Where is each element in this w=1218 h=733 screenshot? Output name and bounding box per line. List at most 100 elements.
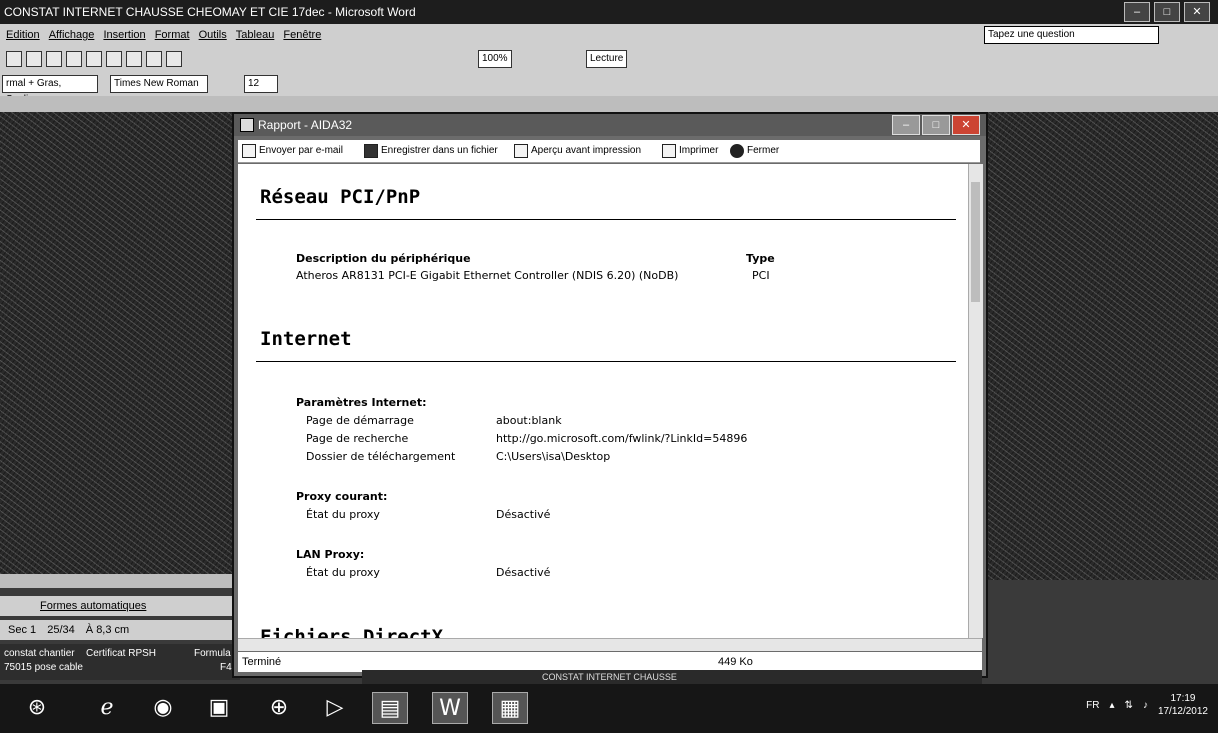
paste-icon[interactable] — [146, 51, 162, 67]
report-title-bar: Rapport - AIDA32 – □ ✕ — [234, 114, 986, 136]
search-page-value: http://go.microsoft.com/fwlink/?LinkId=5… — [496, 432, 748, 445]
print-preview-button[interactable]: Aperçu avant impression — [514, 140, 641, 162]
clock-date: 17/12/2012 — [1157, 706, 1208, 717]
app-icon[interactable]: ⊕ — [262, 692, 296, 722]
word-window-title: CONSTAT INTERNET CHAUSSE CHEOMAY ET CIE … — [4, 5, 416, 19]
undo-icon[interactable] — [166, 51, 182, 67]
print-label: Imprimer — [679, 145, 719, 156]
status-done: Terminé — [242, 656, 282, 668]
printer-icon — [662, 144, 676, 158]
report-toolbar: Envoyer par e-mail Enregistrer dans un f… — [238, 140, 980, 163]
menu-affichage[interactable]: Affichage — [49, 29, 95, 41]
maximize-button[interactable]: □ — [1154, 2, 1180, 22]
file-tab[interactable]: Formula — [194, 648, 231, 659]
open-icon[interactable] — [26, 51, 42, 67]
report-close-button[interactable]: ✕ — [952, 115, 980, 135]
minimize-button[interactable]: – — [1124, 2, 1150, 22]
email-label: Envoyer par e-mail — [259, 145, 343, 156]
divider — [256, 219, 956, 220]
lecture-button[interactable]: Lecture — [586, 50, 628, 68]
menu-format[interactable]: Format — [155, 29, 190, 41]
save-icon[interactable] — [46, 51, 62, 67]
horizontal-scrollbar[interactable] — [238, 638, 982, 651]
section-title-pci: Réseau PCI/PnP — [260, 186, 421, 208]
volume-icon[interactable]: ♪ — [1143, 700, 1148, 711]
document-left-area — [0, 112, 240, 580]
report-maximize-button[interactable]: □ — [922, 115, 950, 135]
close-button[interactable]: ✕ — [1184, 2, 1210, 22]
download-folder-label: Dossier de téléchargement — [306, 450, 456, 463]
status-position: À 8,3 cm — [85, 624, 130, 636]
menu-edition[interactable]: Edition — [6, 29, 40, 41]
word-format-toolbar: rmal + Gras, Soulign Times New Roman 12 — [0, 72, 1218, 105]
aida-taskbar-icon[interactable]: ▦ — [492, 692, 528, 724]
internet-explorer-icon[interactable]: ℯ — [90, 692, 124, 722]
start-button-icon[interactable]: ⊛ — [20, 692, 54, 722]
word-standard-toolbar: 100% Lecture — [0, 46, 1218, 72]
menu-outils[interactable]: Outils — [199, 29, 227, 41]
word-taskbar-icon[interactable]: W — [432, 692, 468, 724]
start-page-value: about:blank — [496, 414, 562, 427]
chevron-up-icon[interactable]: ▴ — [1110, 700, 1115, 711]
report-minimize-button[interactable]: – — [892, 115, 920, 135]
proxy-state-label: État du proxy — [306, 508, 380, 521]
save-file-button[interactable]: Enregistrer dans un fichier — [364, 140, 498, 162]
copy-icon[interactable] — [126, 51, 142, 67]
file-tab[interactable]: constat chantier — [4, 648, 75, 659]
file-tab[interactable]: 75015 pose cable — [4, 662, 83, 673]
menu-fenetre[interactable]: Fenêtre — [283, 29, 321, 41]
email-button[interactable]: Envoyer par e-mail — [242, 140, 343, 162]
close-circle-icon — [730, 144, 744, 158]
file-tab[interactable]: F4 — [220, 662, 232, 673]
menu-insertion[interactable]: Insertion — [103, 29, 145, 41]
lan-proxy-state-label: État du proxy — [306, 566, 380, 579]
print-icon[interactable] — [66, 51, 82, 67]
clock[interactable]: 17:19 17/12/2012 — [1158, 692, 1208, 718]
word-title-bar: CONSTAT INTERNET CHAUSSE CHEOMAY ET CIE … — [0, 0, 1218, 24]
open-files-strip: constat chantier Certificat RPSH Formula… — [0, 644, 240, 680]
taskbar: ⊛ ℯ ◉ ▣ ⊕ ▷ ▤ W ▦ FR ▴ ⇅ ♪ 17:19 17/12/2… — [0, 684, 1218, 733]
close-report-button[interactable]: Fermer — [730, 140, 779, 162]
divider — [256, 361, 956, 362]
proxy-heading: Proxy courant: — [296, 490, 388, 503]
search-page-label: Page de recherche — [306, 432, 409, 445]
preview-icon[interactable] — [86, 51, 102, 67]
vertical-scrollbar[interactable] — [968, 164, 983, 638]
font-select[interactable]: Times New Roman — [110, 75, 208, 93]
menu-tableau[interactable]: Tableau — [236, 29, 275, 41]
section-title-directx: Fichiers DirectX — [260, 626, 444, 638]
language-indicator[interactable]: FR — [1086, 700, 1099, 711]
media-icon[interactable]: ◉ — [146, 692, 180, 722]
lan-proxy-state-value: Désactivé — [496, 566, 551, 579]
network-icon[interactable]: ⇅ — [1125, 700, 1133, 711]
help-search-input[interactable]: Tapez une question — [984, 26, 1159, 44]
word-status-bar: Sec 1 25/34 À 8,3 cm — [0, 620, 240, 640]
status-section: Sec 1 — [8, 624, 37, 636]
device-type: PCI — [752, 269, 770, 282]
scroll-thumb[interactable] — [971, 182, 980, 302]
style-select[interactable]: rmal + Gras, Soulign — [2, 75, 98, 105]
print-button[interactable]: Imprimer — [662, 140, 718, 162]
taskbar-app-icon[interactable]: ▤ — [372, 692, 408, 724]
file-tab[interactable]: Certificat RPSH — [86, 648, 156, 659]
new-doc-icon[interactable] — [6, 51, 22, 67]
email-icon — [242, 144, 256, 158]
column-header-description: Description du périphérique — [296, 252, 471, 265]
window-icon[interactable]: ▣ — [202, 692, 236, 722]
play-icon[interactable]: ▷ — [318, 692, 352, 722]
document-right-area — [985, 112, 1218, 580]
taskbar-window-label[interactable]: CONSTAT INTERNET CHAUSSE — [542, 672, 677, 682]
clock-time: 17:19 — [1170, 693, 1196, 704]
column-header-type: Type — [746, 252, 775, 265]
section-title-internet: Internet — [260, 328, 352, 350]
cut-icon[interactable] — [106, 51, 122, 67]
autoshapes-menu[interactable]: Formes automatiques — [40, 600, 146, 612]
horizontal-scrollbar[interactable] — [0, 574, 240, 588]
zoom-select[interactable]: 100% — [478, 50, 512, 68]
font-size-select[interactable]: 12 — [244, 75, 278, 93]
close-label: Fermer — [747, 145, 780, 156]
start-page-label: Page de démarrage — [306, 414, 414, 427]
ruler — [0, 96, 1218, 112]
save-file-label: Enregistrer dans un fichier — [381, 145, 498, 156]
report-status-bar: Terminé 449 Ko — [238, 652, 982, 672]
